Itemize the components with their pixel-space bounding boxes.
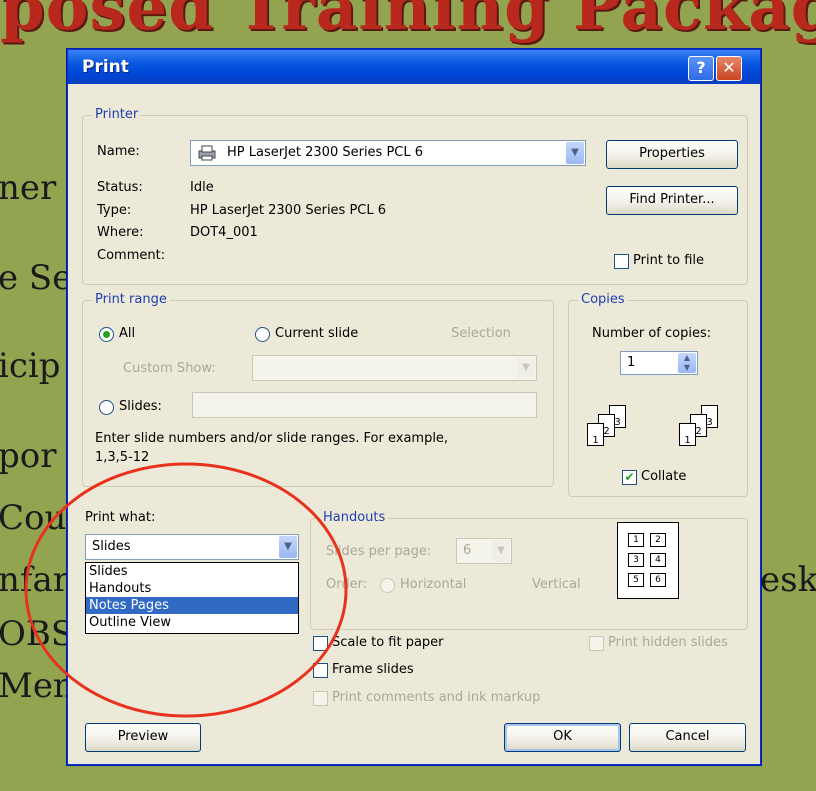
printer-legend: Printer: [92, 107, 142, 122]
handouts-legend: Handouts: [320, 510, 389, 525]
scale-to-fit-checkbox[interactable]: [313, 636, 328, 651]
status-label: Status:: [97, 180, 143, 195]
name-label: Name:: [97, 144, 140, 159]
collate-label: Collate: [641, 469, 687, 484]
print-comments-label: Print comments and ink markup: [332, 690, 541, 705]
handout-cell: 6: [650, 573, 666, 587]
copies-legend: Copies: [578, 292, 628, 307]
selection-label: Selection: [451, 326, 511, 341]
all-radio[interactable]: [99, 327, 114, 342]
print-what-select[interactable]: Slides ▼: [85, 534, 299, 560]
current-slide-label: Current slide: [275, 326, 359, 341]
scale-to-fit-label: Scale to fit paper: [332, 635, 444, 650]
print-to-file-label: Print to file: [633, 253, 705, 268]
print-hidden-checkbox[interactable]: [589, 636, 604, 651]
slides-input[interactable]: [192, 392, 537, 418]
slide-text-line: Cou: [0, 498, 67, 538]
slide-text-line: nfar: [0, 560, 70, 600]
where-value: DOT4_001: [190, 225, 258, 240]
preview-button[interactable]: Preview: [85, 723, 201, 752]
range-hint: Enter slide numbers and/or slide ranges.…: [95, 431, 449, 446]
custom-show-label: Custom Show:: [123, 361, 216, 376]
frame-slides-label: Frame slides: [332, 662, 414, 677]
horizontal-radio[interactable]: [380, 578, 395, 593]
slide-text-line: Men: [0, 666, 75, 706]
print-what-option-notes-pages[interactable]: Notes Pages: [86, 597, 298, 614]
dialog-titlebar[interactable]: Print ? ✕: [68, 50, 760, 84]
slide-text-line: e Se: [0, 258, 73, 298]
slide-text-line: ner: [0, 168, 57, 208]
handout-preview: 1 2 3 4 5 6: [617, 522, 679, 599]
copies-spinner[interactable]: 1 ▲ ▼: [620, 351, 698, 375]
slides-per-page-value: 6: [463, 543, 472, 558]
ok-button[interactable]: OK: [504, 723, 621, 752]
dialog-title: Print: [82, 57, 129, 77]
type-value: HP LaserJet 2300 Series PCL 6: [190, 203, 387, 218]
type-label: Type:: [97, 203, 132, 218]
properties-button[interactable]: Properties: [606, 140, 738, 169]
horizontal-label: Horizontal: [400, 577, 467, 592]
print-what-dropdown-list: Slides Handouts Notes Pages Outline View: [85, 562, 299, 634]
slide-text-line: por: [0, 436, 57, 476]
spinner-updown-icon[interactable]: ▲ ▼: [678, 353, 696, 373]
chevron-down-icon[interactable]: ▼: [566, 142, 584, 164]
copies-value: 1: [627, 355, 636, 370]
vertical-label: Vertical: [532, 577, 581, 592]
printer-name-select[interactable]: HP LaserJet 2300 Series PCL 6 ▼: [190, 140, 586, 166]
print-range-legend: Print range: [92, 292, 170, 307]
slides-radio[interactable]: [99, 400, 114, 415]
number-of-copies-label: Number of copies:: [592, 326, 712, 341]
where-label: Where:: [97, 225, 144, 240]
print-what-value: Slides: [92, 539, 131, 554]
page-icon: 1: [679, 423, 696, 446]
handout-cell: 3: [628, 553, 644, 567]
cancel-button[interactable]: Cancel: [629, 723, 746, 752]
print-what-label: Print what:: [85, 510, 156, 525]
custom-show-select[interactable]: ▼: [252, 355, 537, 381]
print-hidden-label: Print hidden slides: [608, 635, 728, 650]
slides-per-page-label: Slides per page:: [326, 544, 432, 559]
print-comments-checkbox[interactable]: [313, 691, 328, 706]
slide-title: posed Training Packag: [0, 0, 816, 45]
range-hint-example: 1,3,5-12: [95, 450, 150, 465]
handouts-group: [310, 518, 748, 630]
print-what-option-slides[interactable]: Slides: [86, 563, 298, 580]
current-slide-radio[interactable]: [255, 327, 270, 342]
page-icon: 1: [587, 423, 604, 446]
chevron-down-icon: ▼: [492, 540, 510, 562]
handout-cell: 5: [628, 573, 644, 587]
order-label: Order:: [326, 577, 368, 592]
slide-text-line: OBS: [0, 614, 75, 654]
printer-icon: [197, 145, 217, 161]
slides-per-page-select[interactable]: 6 ▼: [456, 538, 512, 564]
chevron-down-icon: ▼: [517, 357, 535, 379]
find-printer-button[interactable]: Find Printer...: [606, 186, 738, 215]
printer-name-value: HP LaserJet 2300 Series PCL 6: [227, 145, 424, 160]
chevron-down-icon[interactable]: ▼: [279, 536, 297, 558]
print-dialog: Print ? ✕ Printer Name: HP LaserJet 2300…: [67, 49, 761, 765]
slide-text-line: eskt: [760, 560, 816, 600]
print-what-option-outline-view[interactable]: Outline View: [86, 614, 298, 631]
comment-label: Comment:: [97, 248, 166, 263]
handout-cell: 4: [650, 553, 666, 567]
collate-checkbox[interactable]: ✔: [622, 470, 637, 485]
status-value: Idle: [190, 180, 214, 195]
print-what-option-handouts[interactable]: Handouts: [86, 580, 298, 597]
handout-cell: 1: [628, 533, 644, 547]
all-label: All: [119, 326, 136, 341]
slide-text-line: icip: [0, 346, 61, 386]
slides-label: Slides:: [119, 399, 162, 414]
close-button[interactable]: ✕: [716, 56, 742, 81]
frame-slides-checkbox[interactable]: [313, 663, 328, 678]
help-button[interactable]: ?: [688, 56, 714, 81]
handout-cell: 2: [650, 533, 666, 547]
print-to-file-checkbox[interactable]: [614, 254, 629, 269]
